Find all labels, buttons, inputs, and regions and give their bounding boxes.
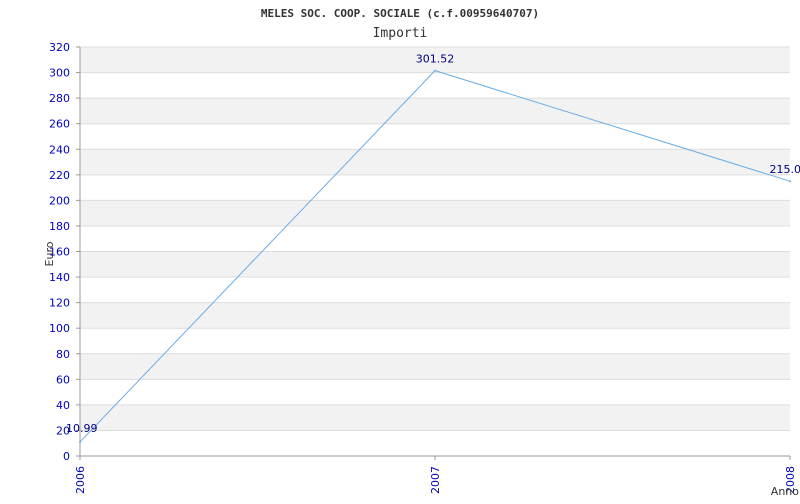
grid-band [80, 354, 790, 380]
grid-band [80, 200, 790, 226]
chart-subtitle: Importi [373, 26, 428, 41]
x-axis-label: Anno [771, 485, 799, 498]
y-tick-label: 260 [49, 118, 70, 131]
data-point [789, 180, 791, 182]
x-tick-label: 2007 [429, 466, 442, 494]
data-label: 10.99 [66, 422, 98, 435]
data-point [434, 70, 436, 72]
x-tick-labels: 200620072008 [74, 466, 797, 494]
grid-band [80, 252, 790, 278]
y-tick-label: 140 [49, 271, 70, 284]
data-point [79, 441, 81, 443]
grid-band [80, 405, 790, 431]
y-tick-label: 120 [49, 297, 70, 310]
data-label: 215.0 [770, 163, 800, 176]
chart-canvas: 0204060801001201401601802002202402602803… [0, 0, 800, 500]
y-tick-label: 100 [49, 322, 70, 335]
grid-band [80, 149, 790, 175]
y-tick-label: 60 [56, 373, 70, 386]
y-axis-label: Euro [43, 241, 56, 266]
y-tick-label: 280 [49, 92, 70, 105]
grid-bands [80, 47, 790, 430]
y-tick-label: 0 [63, 450, 70, 463]
y-tick-label: 320 [49, 41, 70, 54]
y-tick-label: 80 [56, 348, 70, 361]
x-tick-label: 2006 [74, 466, 87, 494]
data-label: 301.52 [416, 53, 455, 66]
y-tick-label: 220 [49, 169, 70, 182]
y-tick-label: 40 [56, 399, 70, 412]
grid-band [80, 98, 790, 124]
y-tick-label: 180 [49, 220, 70, 233]
chart-title: MELES SOC. COOP. SOCIALE (c.f.0095964070… [261, 7, 539, 20]
y-tick-label: 300 [49, 67, 70, 80]
line-chart: 0204060801001201401601802002202402602803… [0, 0, 800, 500]
grid-band [80, 303, 790, 329]
y-tick-label: 200 [49, 194, 70, 207]
y-tick-label: 240 [49, 143, 70, 156]
